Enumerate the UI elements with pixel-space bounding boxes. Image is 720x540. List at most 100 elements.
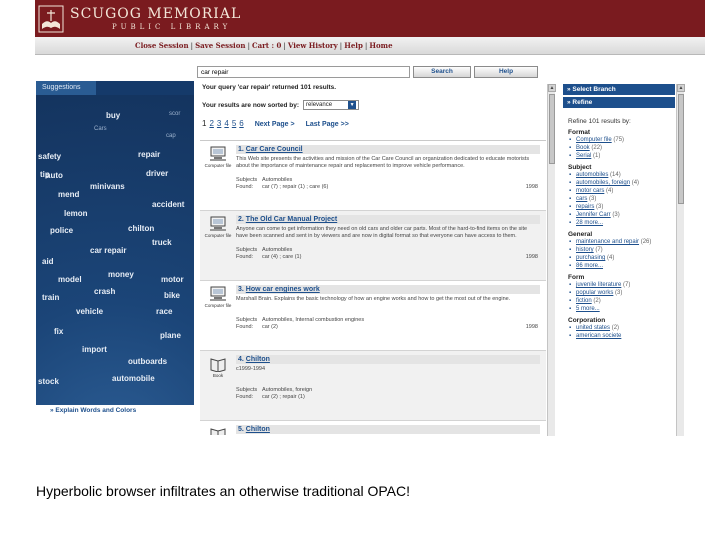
facet-item[interactable]: Serial (1) [568, 152, 675, 160]
facet-value[interactable]: united states [576, 325, 610, 331]
suggestion-word[interactable]: bike [164, 291, 180, 300]
facet-value[interactable]: automobiles [576, 172, 608, 178]
facet-value[interactable]: Serial [576, 153, 591, 159]
result-title-link[interactable]: The Old Car Manual Project [246, 216, 337, 223]
suggestion-word[interactable]: train [42, 293, 59, 302]
help-button[interactable]: Help [474, 66, 538, 78]
facet-item[interactable]: united states (2) [568, 324, 675, 332]
results-scrollbar[interactable]: ▲ [547, 84, 556, 436]
facet-value[interactable]: Computer file [576, 137, 612, 143]
suggestion-word[interactable]: repair [138, 150, 160, 159]
search-input[interactable] [197, 66, 410, 78]
page-number[interactable]: 4 [224, 119, 228, 128]
facet-value[interactable]: 86 more... [576, 263, 603, 269]
facet-value[interactable]: popular works [576, 290, 613, 296]
suggestion-word[interactable]: truck [152, 238, 172, 247]
facet-value[interactable]: maintenance and repair [576, 239, 639, 245]
nav-link[interactable]: Cart : 0 [252, 41, 281, 50]
suggestion-word[interactable]: race [156, 307, 172, 316]
suggestion-word[interactable]: buy [106, 111, 120, 120]
facet-value[interactable]: 28 more... [576, 220, 603, 226]
facet-value[interactable]: 5 more... [576, 306, 600, 312]
sort-select[interactable]: relevance ▼ [303, 100, 360, 110]
facet-item[interactable]: 28 more... [568, 219, 675, 227]
facet-item[interactable]: 86 more... [568, 262, 675, 270]
refine-scrollbar[interactable]: ▲ [676, 84, 685, 436]
suggestion-word[interactable]: mend [58, 190, 79, 199]
suggestion-word[interactable]: vehicle [76, 307, 103, 316]
facet-value[interactable]: juvenile literature [576, 282, 621, 288]
facet-value[interactable]: automobiles, foreign [576, 180, 630, 186]
nav-link[interactable]: Close Session [135, 41, 189, 50]
suggestion-word[interactable]: aid [42, 257, 54, 266]
page-number[interactable]: 1 [202, 119, 206, 128]
page-number[interactable]: 6 [239, 119, 243, 128]
suggestion-word[interactable]: import [82, 345, 107, 354]
suggestion-word[interactable]: accident [152, 200, 184, 209]
suggestion-word[interactable]: Cars [94, 126, 107, 132]
suggestion-word[interactable]: plane [160, 331, 181, 340]
scroll-up-icon[interactable]: ▲ [548, 84, 556, 92]
suggestion-word[interactable]: auto [46, 171, 63, 180]
suggestion-word[interactable]: crash [94, 287, 115, 296]
facet-value[interactable]: cars [576, 196, 587, 202]
facet-item[interactable]: automobiles, foreign (4) [568, 179, 675, 187]
facet-item[interactable]: purchasing (4) [568, 254, 675, 262]
facet-item[interactable]: history (7) [568, 246, 675, 254]
suggestion-word[interactable]: chilton [128, 224, 154, 233]
facet-item[interactable]: maintenance and repair (26) [568, 238, 675, 246]
next-page-link[interactable]: Next Page > [255, 121, 295, 128]
facet-item[interactable]: repairs (3) [568, 203, 675, 211]
page-number[interactable]: 3 [217, 119, 221, 128]
facet-item[interactable]: fiction (2) [568, 297, 675, 305]
facet-value[interactable]: Book [576, 145, 590, 151]
suggestion-word[interactable]: fix [54, 327, 63, 336]
suggestion-word[interactable]: model [58, 275, 82, 284]
facet-value[interactable]: american societe [576, 333, 621, 339]
suggestion-word[interactable]: cap [166, 133, 176, 139]
facet-item[interactable]: popular works (3) [568, 289, 675, 297]
facet-item[interactable]: automobiles (14) [568, 171, 675, 179]
suggestion-word[interactable]: safety [38, 152, 61, 161]
facet-item[interactable]: Computer file (75) [568, 136, 675, 144]
result-title-link[interactable]: Chilton [246, 356, 270, 363]
suggestion-word[interactable]: driver [146, 169, 168, 178]
page-number[interactable]: 5 [232, 119, 236, 128]
nav-link[interactable]: Help [344, 41, 363, 50]
facet-item[interactable]: cars (3) [568, 195, 675, 203]
facet-value[interactable]: fiction [576, 298, 592, 304]
facet-item[interactable]: Book (22) [568, 144, 675, 152]
suggestion-word[interactable]: lemon [64, 209, 88, 218]
result-title-link[interactable]: Car Care Council [246, 146, 303, 153]
result-title-link[interactable]: Chilton [246, 426, 270, 433]
last-page-link[interactable]: Last Page >> [306, 121, 349, 128]
explain-words-link[interactable]: » Explain Words and Colors [36, 405, 194, 416]
suggestion-word[interactable]: minivans [90, 182, 125, 191]
suggestion-word[interactable]: outboards [128, 357, 167, 366]
search-button[interactable]: Search [413, 66, 471, 78]
nav-link[interactable]: View History [288, 41, 338, 50]
facet-item[interactable]: motor cars (4) [568, 187, 675, 195]
result-title-link[interactable]: How car engines work [246, 286, 320, 293]
scrollbar-thumb[interactable] [678, 94, 684, 204]
facet-item[interactable]: juvenile literature (7) [568, 281, 675, 289]
nav-link[interactable]: Home [369, 41, 392, 50]
suggestion-word[interactable]: money [108, 270, 134, 279]
library-logo[interactable]: SCUGOG MEMORIAL PUBLIC LIBRARY [38, 2, 241, 35]
scroll-up-icon[interactable]: ▲ [677, 84, 685, 92]
suggestions-tab[interactable]: Suggestions [36, 81, 96, 95]
facet-item[interactable]: Jennifer Carr (3) [568, 211, 675, 219]
suggestion-word[interactable]: police [50, 226, 73, 235]
facet-value[interactable]: purchasing [576, 255, 605, 261]
refine-button[interactable]: » Refine [563, 97, 675, 108]
suggestion-word[interactable]: motor [161, 275, 184, 284]
suggestion-word[interactable]: stock [38, 377, 59, 386]
nav-link[interactable]: Save Session [195, 41, 245, 50]
facet-item[interactable]: american societe [568, 332, 675, 340]
page-number[interactable]: 2 [209, 119, 213, 128]
facet-value[interactable]: history [576, 247, 594, 253]
facet-value[interactable]: repairs [576, 204, 594, 210]
facet-value[interactable]: Jennifer Carr [576, 212, 611, 218]
suggestion-word[interactable]: scor [169, 111, 180, 117]
scrollbar-thumb[interactable] [549, 94, 555, 164]
